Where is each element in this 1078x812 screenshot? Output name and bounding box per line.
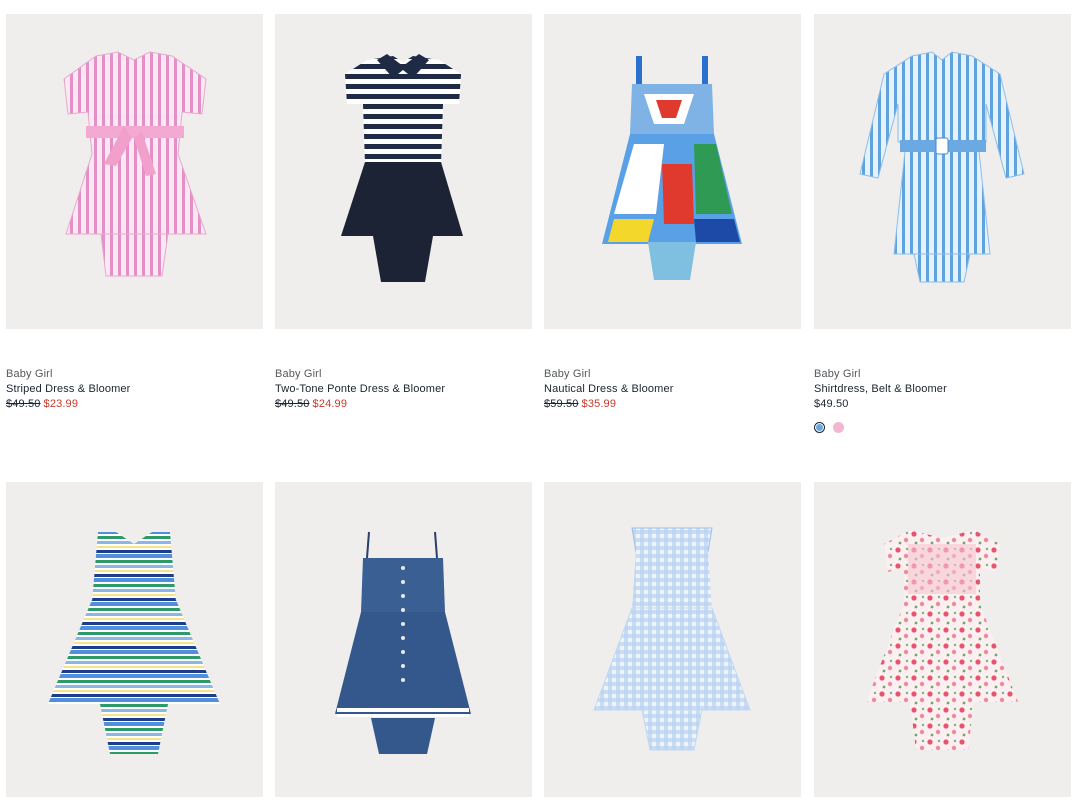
product-meta: Baby Girl Nautical Dress & Bloomer $59.5…: [544, 367, 801, 412]
product-price: $49.50 $23.99: [6, 397, 263, 412]
product-category: Baby Girl: [544, 368, 591, 380]
swatch-pink[interactable]: [833, 422, 844, 433]
product-meta: Baby Girl Striped Dress & Bloomer $49.50…: [6, 367, 263, 412]
product-meta: Baby Girl Two-Tone Ponte Dress & Bloomer…: [275, 367, 532, 412]
product-image[interactable]: [275, 482, 532, 797]
product-name[interactable]: Shirtdress, Belt & Bloomer: [814, 382, 1071, 397]
product-price: $49.50 $24.99: [275, 397, 532, 412]
product-image[interactable]: [544, 14, 801, 329]
original-price: $59.50: [544, 398, 579, 410]
sale-price: $23.99: [43, 398, 79, 410]
product-image[interactable]: [275, 14, 532, 329]
product-image[interactable]: [6, 482, 263, 797]
sale-price: $24.99: [312, 398, 348, 410]
original-price: $49.50: [275, 398, 310, 410]
swatch-blue[interactable]: [814, 422, 825, 433]
product-image[interactable]: [544, 482, 801, 797]
product-name[interactable]: Striped Dress & Bloomer: [6, 382, 263, 397]
product-image[interactable]: [814, 482, 1071, 797]
original-price: $49.50: [6, 398, 41, 410]
product-name[interactable]: Two-Tone Ponte Dress & Bloomer: [275, 382, 532, 397]
product-category: Baby Girl: [275, 368, 322, 380]
product-category: Baby Girl: [6, 368, 53, 380]
product-image[interactable]: [6, 14, 263, 329]
sale-price: $35.99: [581, 398, 617, 410]
product-image[interactable]: [814, 14, 1071, 329]
product-price: $59.50 $35.99: [544, 397, 801, 412]
product-name[interactable]: Nautical Dress & Bloomer: [544, 382, 801, 397]
color-swatches: [814, 422, 1071, 433]
product-meta: Baby Girl Shirtdress, Belt & Bloomer $49…: [814, 367, 1071, 433]
product-price: $49.50: [814, 398, 849, 410]
product-category: Baby Girl: [814, 368, 861, 380]
